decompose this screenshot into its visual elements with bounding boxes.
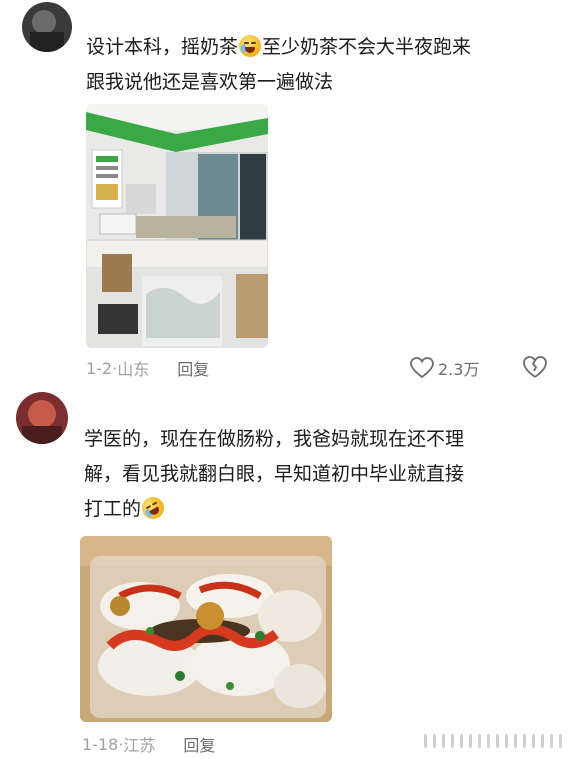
comment-text-line: 设计本科，摇奶茶 xyxy=(86,36,239,58)
like-count: 2.3万 xyxy=(438,360,480,379)
reply-button[interactable]: 回复 xyxy=(183,732,215,756)
comment-text-line: 打工的 xyxy=(84,498,142,520)
comment-meta: 1-18 · 江苏 回复 xyxy=(82,732,215,756)
comment-location: 江苏 xyxy=(123,736,156,755)
comment-photo[interactable] xyxy=(86,104,268,348)
reply-button[interactable]: 回复 xyxy=(177,356,209,380)
avatar[interactable] xyxy=(22,2,72,52)
comment-date: 1-2 xyxy=(86,358,113,378)
crying-face-icon xyxy=(239,35,262,57)
comment-text-line: 至少奶茶不会大半夜跑来 xyxy=(262,36,472,58)
avatar[interactable] xyxy=(16,392,68,444)
comment-photo[interactable] xyxy=(80,536,332,722)
heart-icon xyxy=(410,357,434,379)
comment-text-line: 跟我说他还是喜欢第一遍做法 xyxy=(86,71,334,93)
like-button[interactable]: 2.3万 xyxy=(410,356,479,380)
comment-text: 学医的，现在在做肠粉，我爸妈就现在还不理 解，看见我就翻白眼，早知道初中毕业就直… xyxy=(84,422,464,527)
comment-date: 1-18 xyxy=(82,734,119,754)
comment-location: 山东 xyxy=(117,360,150,379)
dislike-icon[interactable] xyxy=(522,355,548,379)
comment-text-line: 学医的，现在在做肠粉，我爸妈就现在还不理 xyxy=(84,428,465,450)
watermark-mark xyxy=(424,734,562,748)
rolling-laughing-icon xyxy=(137,492,169,524)
comment-text-line: 解，看见我就翻白眼，早知道初中毕业就直接 xyxy=(84,463,465,485)
comment-text: 设计本科，摇奶茶 至少奶茶不会大半夜跑来 跟我说他还是喜欢第一遍做法 xyxy=(86,30,471,100)
comment-meta: 1-2 · 山东 回复 xyxy=(86,356,209,380)
